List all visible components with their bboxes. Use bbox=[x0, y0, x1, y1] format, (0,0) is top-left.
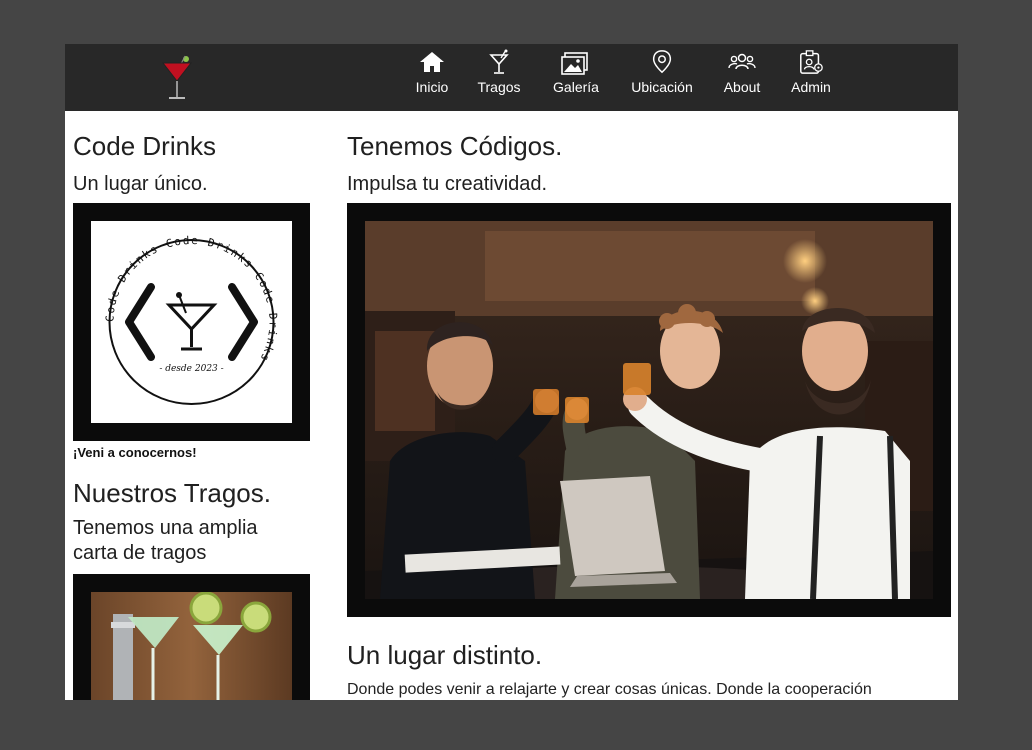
brand-logo-frame: Code Drinks Code Drinks Code Drinks - de… bbox=[73, 203, 310, 441]
nav-about[interactable]: About bbox=[721, 49, 763, 99]
hero-photo-frame bbox=[347, 203, 951, 617]
nav-label-galeria: Galería bbox=[553, 79, 599, 95]
drinks-subtitle-line1: Tenemos una amplia bbox=[73, 517, 258, 539]
nav-label-admin: Admin bbox=[791, 79, 831, 95]
page: Inicio Tragos Galería Ubicación About Ad… bbox=[65, 44, 958, 700]
nav-admin[interactable]: Admin bbox=[788, 49, 834, 99]
admin-badge-icon bbox=[788, 49, 834, 75]
nav-inicio[interactable]: Inicio bbox=[408, 49, 456, 99]
drinks-photo-frame bbox=[73, 574, 310, 700]
brand-logo: Code Drinks Code Drinks Code Drinks - de… bbox=[91, 221, 292, 423]
section2-text: Donde podes venir a relajarte y crear co… bbox=[347, 681, 872, 698]
top-navbar: Inicio Tragos Galería Ubicación About Ad… bbox=[65, 44, 958, 111]
main-subtitle: Impulsa tu creatividad. bbox=[347, 173, 548, 195]
visit-caption: ¡Veni a conocernos! bbox=[73, 445, 197, 460]
drinks-photo bbox=[91, 592, 292, 700]
drinks-subtitle-line2: carta de tragos bbox=[73, 542, 207, 564]
nav-tragos[interactable]: Tragos bbox=[475, 49, 523, 99]
brand-title: Code Drinks bbox=[73, 131, 217, 161]
nav-galeria[interactable]: Galería bbox=[549, 49, 603, 99]
section2-title: Un lugar distinto. bbox=[347, 640, 543, 670]
location-pin-icon bbox=[627, 49, 697, 75]
nav-label-ubicacion: Ubicación bbox=[631, 79, 693, 95]
nav-label-tragos: Tragos bbox=[477, 79, 521, 95]
drinks-title: Nuestros Tragos. bbox=[73, 478, 271, 508]
cocktail-icon bbox=[475, 49, 523, 75]
nav-label-about: About bbox=[723, 79, 761, 95]
nav-ubicacion[interactable]: Ubicación bbox=[627, 49, 697, 99]
gallery-icon bbox=[549, 49, 603, 75]
hero-photo bbox=[365, 221, 933, 599]
main-title: Tenemos Códigos. bbox=[347, 131, 563, 161]
logo-since-text: - desde 2023 - bbox=[159, 364, 223, 374]
home-icon bbox=[408, 49, 456, 75]
brand-subtitle: Un lugar único. bbox=[73, 173, 208, 195]
nav-label-inicio: Inicio bbox=[415, 79, 449, 95]
cocktail-logo-icon[interactable] bbox=[158, 53, 196, 103]
users-icon bbox=[721, 49, 763, 75]
